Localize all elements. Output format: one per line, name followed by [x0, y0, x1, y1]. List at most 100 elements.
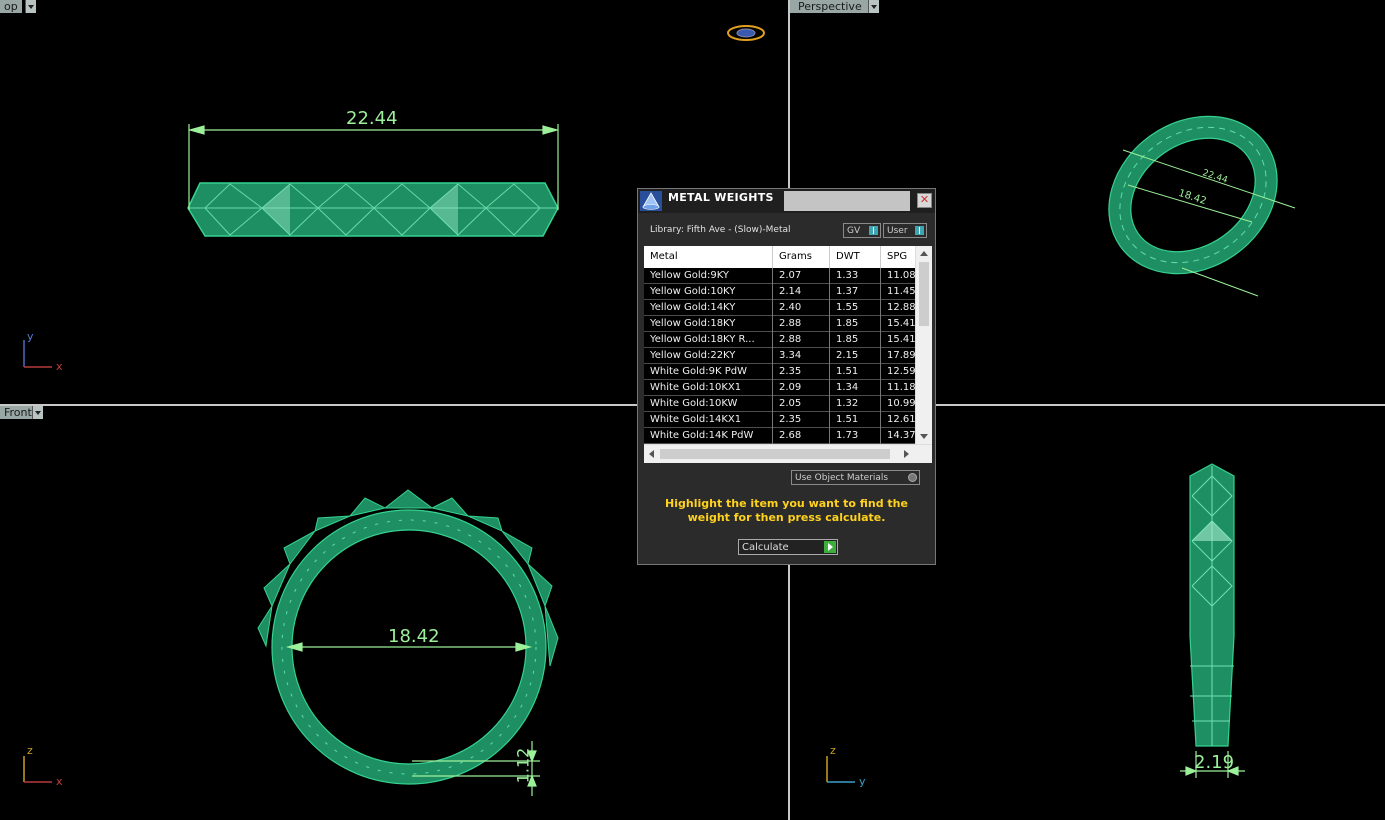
- gv-toggle-label: GV: [847, 226, 861, 236]
- instruction-text: Highlight the item you want to find the …: [638, 497, 935, 525]
- use-object-materials-label: Use Object Materials: [795, 473, 889, 483]
- cell-grams: 3.34: [773, 348, 830, 364]
- scroll-right-icon[interactable]: [904, 450, 909, 458]
- cell-grams: 2.68: [773, 428, 830, 444]
- front-view-dropdown[interactable]: [32, 406, 43, 419]
- cell-metal: Yellow Gold:14KY: [644, 300, 773, 316]
- instruction-line: Highlight the item you want to find the …: [665, 497, 908, 524]
- scale-logo-icon: [640, 191, 662, 211]
- cell-metal: Yellow Gold:10KY: [644, 284, 773, 300]
- table-row[interactable]: Yellow Gold:22KY 3.34 2.15 17.89: [644, 348, 916, 364]
- front-axis-x-label: x: [56, 775, 63, 788]
- top-view-dropdown[interactable]: [25, 0, 36, 13]
- calculate-button[interactable]: Calculate: [738, 539, 838, 555]
- cell-spg: 12.59: [887, 366, 916, 377]
- table-row[interactable]: Yellow Gold:14KY 2.40 1.55 12.88: [644, 300, 916, 316]
- cell-metal: White Gold:10KW: [644, 396, 773, 412]
- library-label: Library: Fifth Ave - (Slow)-Metal: [650, 225, 791, 235]
- cell-dwt: 1.37: [830, 284, 881, 300]
- column-header-dwt[interactable]: DWT: [830, 246, 881, 268]
- user-toggle-label: User: [887, 226, 908, 236]
- cell-grams: 2.05: [773, 396, 830, 412]
- cell-metal: White Gold:14K PdW: [644, 428, 773, 444]
- horizontal-scroll-thumb[interactable]: [660, 449, 890, 459]
- vertical-scrollbar[interactable]: [915, 246, 932, 444]
- cell-metal: Yellow Gold:18KY: [644, 316, 773, 332]
- front-inner-dimension: 18.42: [388, 626, 440, 647]
- cell-dwt: 1.51: [830, 412, 881, 428]
- column-header-grams[interactable]: Grams: [773, 246, 830, 268]
- scroll-left-icon[interactable]: [649, 450, 654, 458]
- front-axis-z-label: z: [27, 744, 33, 757]
- horizontal-scrollbar[interactable]: [644, 444, 932, 463]
- cell-spg: 11.18: [887, 382, 916, 393]
- cell-dwt: 1.33: [830, 268, 881, 284]
- table-row[interactable]: Yellow Gold:18KY R... 2.88 1.85 15.41: [644, 332, 916, 348]
- gv-toggle-switch-icon: [869, 226, 878, 235]
- cell-grams: 2.09: [773, 380, 830, 396]
- cell-spg: 12.88: [887, 302, 916, 313]
- use-object-materials-option[interactable]: Use Object Materials: [791, 470, 920, 485]
- cell-metal: Yellow Gold:18KY R...: [644, 332, 773, 348]
- dialog-title: METAL WEIGHTS: [668, 191, 774, 204]
- cell-dwt: 1.55: [830, 300, 881, 316]
- cell-metal: White Gold:10KX1: [644, 380, 773, 396]
- cell-grams: 2.35: [773, 412, 830, 428]
- cell-dwt: 1.32: [830, 396, 881, 412]
- top-view-label[interactable]: op: [0, 0, 22, 13]
- table-row[interactable]: White Gold:14K PdW 2.68 1.73 14.37: [644, 428, 916, 444]
- cell-metal: White Gold:14KX1: [644, 412, 773, 428]
- cell-spg: 11.45: [887, 286, 916, 297]
- cell-dwt: 1.85: [830, 332, 881, 348]
- cell-grams: 2.88: [773, 316, 830, 332]
- dialog-title-bar[interactable]: METAL WEIGHTS ✕: [638, 189, 935, 213]
- cell-spg: 15.41: [887, 334, 916, 345]
- cell-grams: 2.35: [773, 364, 830, 380]
- cell-grams: 2.14: [773, 284, 830, 300]
- cell-spg: 14.37: [887, 430, 916, 441]
- cell-dwt: 1.85: [830, 316, 881, 332]
- top-axis-y-label: y: [27, 330, 34, 343]
- cell-metal: Yellow Gold:9KY: [644, 268, 773, 284]
- scroll-down-icon[interactable]: [920, 434, 928, 439]
- front-thickness-dimension: 1.12: [513, 747, 533, 784]
- side-axis-z-label: z: [830, 744, 836, 757]
- table-row[interactable]: Yellow Gold:9KY 2.07 1.33 11.08: [644, 268, 916, 284]
- user-toggle-switch-icon: [915, 226, 924, 235]
- side-axis-y-label: y: [859, 775, 866, 788]
- title-bar-fill: [784, 191, 910, 211]
- table-row[interactable]: White Gold:10KX1 2.09 1.34 11.18: [644, 380, 916, 396]
- cell-grams: 2.40: [773, 300, 830, 316]
- cell-spg: 11.08: [887, 270, 916, 281]
- cell-grams: 2.88: [773, 332, 830, 348]
- cell-spg: 12.61: [887, 414, 916, 425]
- user-toggle[interactable]: User: [883, 223, 927, 238]
- gv-toggle[interactable]: GV: [843, 223, 881, 238]
- vertical-scroll-thumb[interactable]: [919, 262, 929, 326]
- cell-spg: 10.99: [887, 398, 916, 409]
- cell-spg: 15.41: [887, 318, 916, 329]
- scroll-up-icon[interactable]: [920, 251, 928, 256]
- table-row[interactable]: White Gold:10KW 2.05 1.32 10.99: [644, 396, 916, 412]
- cell-metal: Yellow Gold:22KY: [644, 348, 773, 364]
- metal-weights-dialog: METAL WEIGHTS ✕ Library: Fifth Ave - (Sl…: [637, 188, 936, 565]
- table-row[interactable]: White Gold:9K PdW 2.35 1.51 12.59: [644, 364, 916, 380]
- cell-metal: White Gold:9K PdW: [644, 364, 773, 380]
- close-button[interactable]: ✕: [917, 193, 932, 208]
- cell-dwt: 1.51: [830, 364, 881, 380]
- table-header: Metal Grams DWT SPG: [644, 246, 916, 268]
- front-view-label[interactable]: Front: [0, 406, 32, 419]
- cell-dwt: 1.73: [830, 428, 881, 444]
- table-row[interactable]: White Gold:14KX1 2.35 1.51 12.61: [644, 412, 916, 428]
- table-body: Yellow Gold:9KY 2.07 1.33 11.08 Yellow Gold:…: [644, 268, 916, 444]
- side-width-dimension: 2.19: [1194, 752, 1235, 773]
- perspective-view-label[interactable]: Perspective: [790, 0, 870, 13]
- table-row[interactable]: Yellow Gold:18KY 2.88 1.85 15.41: [644, 316, 916, 332]
- calculate-label: Calculate: [742, 542, 789, 553]
- perspective-view-dropdown[interactable]: [868, 0, 879, 13]
- column-header-metal[interactable]: Metal: [644, 246, 773, 268]
- cell-dwt: 1.34: [830, 380, 881, 396]
- table-row[interactable]: Yellow Gold:10KY 2.14 1.37 11.45: [644, 284, 916, 300]
- cell-spg: 17.89: [887, 350, 916, 361]
- column-header-spg[interactable]: SPG: [881, 246, 916, 268]
